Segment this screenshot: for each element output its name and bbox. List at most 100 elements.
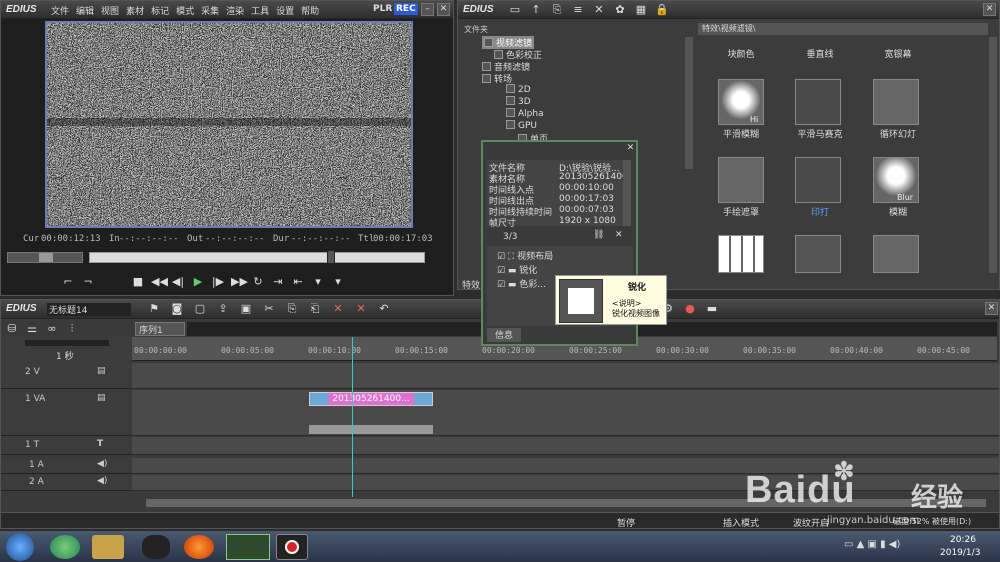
edit-mode-icon[interactable]: ▾ bbox=[311, 275, 325, 289]
track-view-icon[interactable]: ▤ bbox=[97, 393, 106, 403]
taskbar-app-explorer[interactable] bbox=[92, 535, 124, 559]
clock-time[interactable]: 20:26 bbox=[950, 535, 976, 545]
delete-icon[interactable]: ✕ bbox=[592, 3, 606, 17]
info-tab[interactable]: 信息 bbox=[487, 328, 521, 342]
taskbar-app-qq[interactable] bbox=[142, 535, 170, 559]
fast-forward-icon[interactable]: ▶▶ bbox=[231, 275, 248, 289]
scrub-bar[interactable] bbox=[89, 252, 425, 263]
menu-help[interactable]: 帮助 bbox=[301, 4, 319, 17]
view-icon[interactable]: ▦ bbox=[634, 3, 648, 17]
zoom-slider[interactable] bbox=[25, 340, 109, 346]
overwrite-icon[interactable]: ⇤ bbox=[291, 275, 305, 289]
start-button[interactable] bbox=[6, 533, 34, 561]
up-folder-icon[interactable]: ↑ bbox=[529, 3, 543, 17]
paste-icon[interactable]: ⎗ bbox=[308, 302, 322, 316]
group-icon[interactable]: ⫶ bbox=[65, 322, 79, 336]
link-icon[interactable]: ∞ bbox=[45, 322, 59, 336]
taskbar-app-firefox[interactable] bbox=[184, 535, 214, 559]
set-in-icon[interactable]: ⌐ bbox=[61, 275, 75, 289]
effects-icon[interactable]: ✿ bbox=[613, 3, 627, 17]
taskbar-app-recorder[interactable] bbox=[276, 534, 308, 560]
info-remove-icon[interactable]: ✕ bbox=[615, 230, 623, 240]
effect-print[interactable]: 印打 bbox=[785, 205, 855, 218]
timeline-hscroll[interactable] bbox=[146, 499, 986, 507]
track-header-2v[interactable]: 2 V ▤ bbox=[1, 363, 131, 389]
tree-item-2d[interactable]: 2D bbox=[506, 84, 531, 95]
filter-item-layout[interactable]: ☑ ⛶ 视频布局 bbox=[497, 249, 553, 262]
track-mode-icon[interactable]: ⛁ bbox=[5, 322, 19, 336]
effect-loop-slide[interactable]: 循环幻灯 bbox=[863, 127, 933, 140]
layout-icon[interactable]: ▬ bbox=[705, 302, 719, 316]
effect-vertical-line[interactable]: 垂直线 bbox=[785, 47, 855, 60]
export-icon[interactable]: ⇪ bbox=[216, 302, 230, 316]
track-body-1a[interactable] bbox=[132, 458, 999, 474]
new-project-icon[interactable]: ▢ bbox=[193, 302, 207, 316]
rec-indicator[interactable]: REC bbox=[394, 3, 418, 15]
clock-date[interactable]: 2019/1/3 bbox=[940, 548, 980, 558]
zoom-label[interactable]: 1 秒 bbox=[56, 349, 74, 362]
tree-item-3d[interactable]: 3D bbox=[506, 96, 531, 107]
timeline-cursor[interactable] bbox=[352, 337, 353, 497]
status-ripple[interactable]: 波纹开启 bbox=[793, 516, 829, 529]
menu-file[interactable]: 文件 bbox=[51, 4, 69, 17]
effect-smooth-mosaic[interactable]: 平滑马赛克 bbox=[785, 127, 855, 140]
timeline-close-icon[interactable]: ✕ bbox=[985, 302, 998, 315]
tray-icons[interactable]: ▭ ▲ ▣ ▮ ◀) bbox=[844, 539, 900, 550]
tree-item-gpu[interactable]: GPU bbox=[506, 120, 537, 131]
info-scrollbar[interactable] bbox=[623, 160, 631, 226]
effect-widescreen[interactable]: 宽银幕 bbox=[863, 47, 933, 60]
menu-view[interactable]: 视图 bbox=[101, 4, 119, 17]
effect-block-color[interactable]: 块颜色 bbox=[706, 47, 776, 60]
new-item-icon[interactable]: ⎘ bbox=[550, 3, 564, 17]
close-icon[interactable]: ✕ bbox=[437, 3, 450, 16]
cut-icon[interactable]: ✂ bbox=[262, 302, 276, 316]
save-icon[interactable]: ▣ bbox=[239, 302, 253, 316]
effect-thumb-print[interactable] bbox=[795, 157, 841, 203]
color-icon[interactable]: ● bbox=[683, 302, 697, 316]
track-body-1t[interactable] bbox=[132, 437, 999, 455]
info-close-icon[interactable]: ✕ bbox=[624, 143, 637, 156]
track-header-1a[interactable]: 1 A ◀) bbox=[1, 458, 131, 474]
tree-item-alpha[interactable]: Alpha bbox=[506, 108, 544, 119]
play-icon[interactable]: ▶ bbox=[191, 275, 205, 289]
menu-mode[interactable]: 模式 bbox=[176, 4, 194, 17]
loop-icon[interactable]: ↻ bbox=[251, 275, 265, 289]
stop-icon[interactable]: ■ bbox=[131, 275, 145, 289]
menu-marker[interactable]: 标记 bbox=[151, 4, 169, 17]
menu-more-icon[interactable]: ▾ bbox=[331, 275, 345, 289]
menu-capture[interactable]: 采集 bbox=[201, 4, 219, 17]
track-header-1t[interactable]: 1 TT bbox=[1, 437, 131, 455]
track-body-1va[interactable] bbox=[132, 390, 999, 436]
folder-icon[interactable]: ▭ bbox=[508, 3, 522, 17]
taskbar-app-edius[interactable] bbox=[226, 534, 270, 560]
effect-thumb-loop-slide[interactable] bbox=[873, 79, 919, 125]
menu-settings[interactable]: 设置 bbox=[276, 4, 294, 17]
sequence-tab[interactable]: 序列1 bbox=[135, 322, 185, 336]
menu-clip[interactable]: 素材 bbox=[126, 4, 144, 17]
effects-close-icon[interactable]: ✕ bbox=[983, 3, 996, 16]
step-forward-icon[interactable]: |▶ bbox=[211, 275, 225, 289]
new-sequence-icon[interactable]: ⚑ bbox=[147, 302, 161, 316]
track-header-2a[interactable]: 2 A ◀) bbox=[1, 475, 131, 491]
effect-thumb-smooth-mosaic[interactable] bbox=[795, 79, 841, 125]
speaker-icon[interactable]: ◀) bbox=[97, 476, 107, 486]
step-back-icon[interactable]: ◀| bbox=[171, 275, 185, 289]
audio-clip[interactable] bbox=[309, 425, 433, 434]
effect-thumb-curve[interactable] bbox=[873, 235, 919, 273]
track-body-2a[interactable] bbox=[132, 475, 999, 491]
menu-edit[interactable]: 编辑 bbox=[76, 4, 94, 17]
lock-icon[interactable]: 🔒 bbox=[655, 3, 669, 17]
effect-smooth-blur[interactable]: 平滑模糊 bbox=[706, 127, 776, 140]
filter-item-sharpen[interactable]: ☑ ▬ 锐化 bbox=[497, 263, 537, 276]
copy-icon[interactable]: ⎘ bbox=[285, 302, 299, 316]
menu-tools[interactable]: 工具 bbox=[251, 4, 269, 17]
rewind-icon[interactable]: ◀◀ bbox=[151, 275, 168, 289]
speaker-icon[interactable]: ◀) bbox=[97, 459, 107, 469]
effects-scrollbar[interactable] bbox=[989, 37, 997, 273]
taskbar-app-green[interactable] bbox=[50, 535, 80, 559]
undo-icon[interactable]: ↶ bbox=[377, 302, 391, 316]
set-out-icon[interactable]: ¬ bbox=[81, 275, 95, 289]
playhead-handle[interactable] bbox=[327, 250, 335, 264]
effect-thumb-frame[interactable] bbox=[795, 235, 841, 273]
plr-indicator[interactable]: PLR bbox=[373, 4, 392, 14]
